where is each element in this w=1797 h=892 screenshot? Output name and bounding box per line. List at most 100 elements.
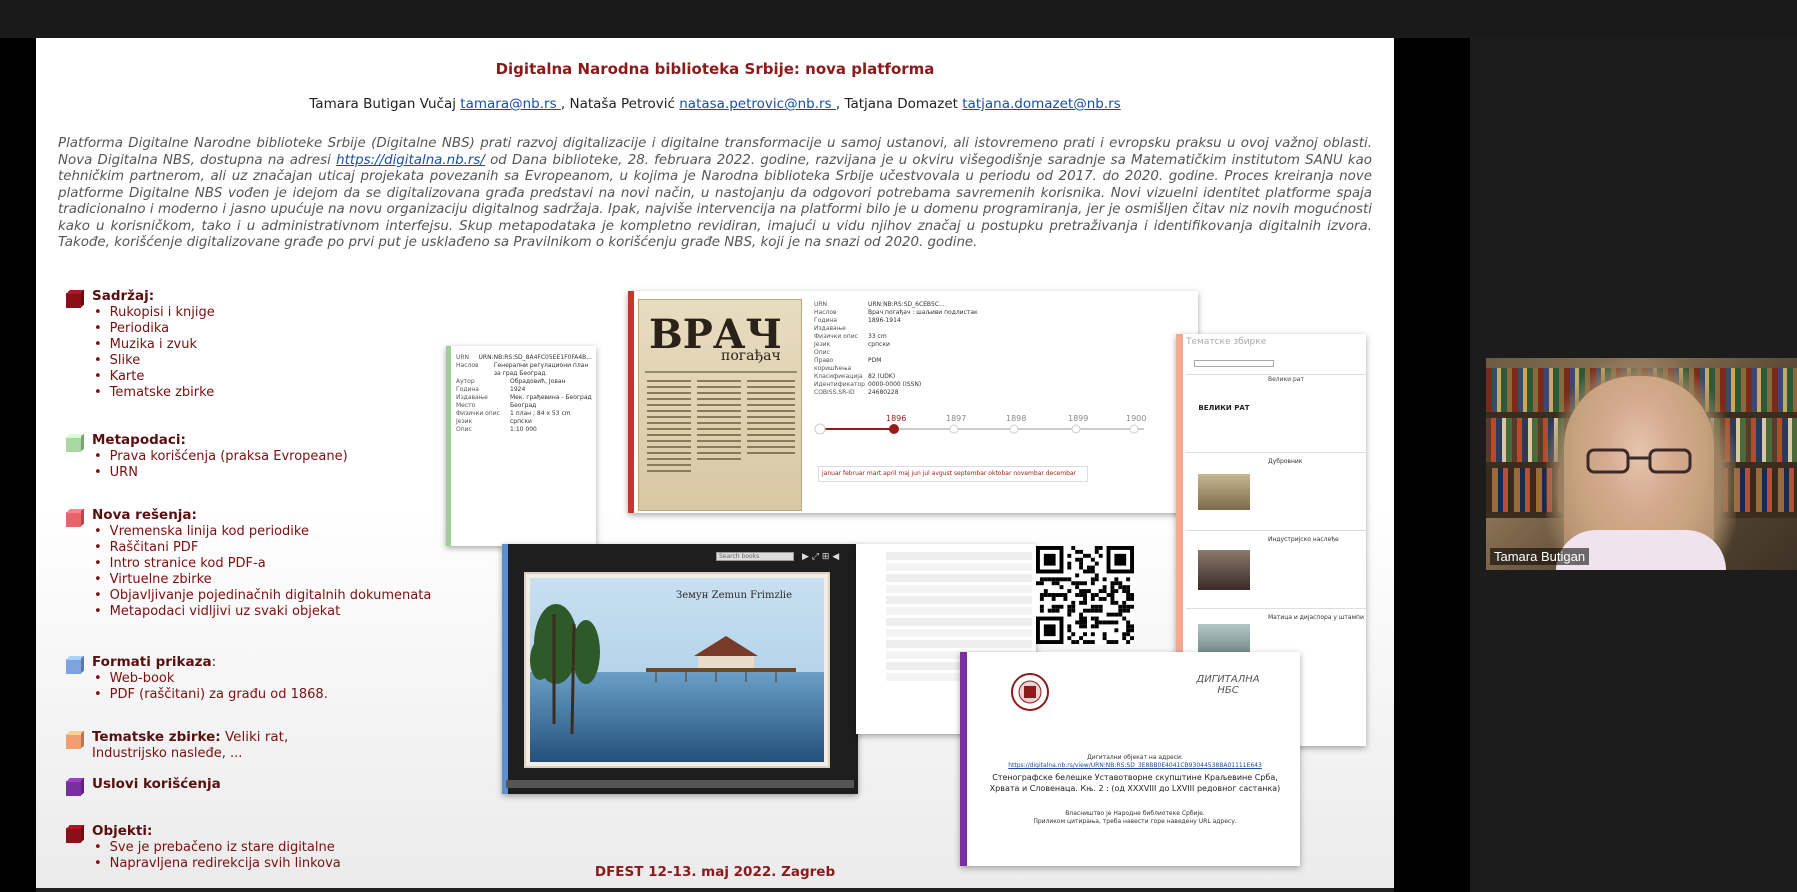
metadata-row: Језик српски: [456, 418, 592, 426]
glasses-icon: [1586, 448, 1692, 474]
industrial-thumbnail[interactable]: [1198, 550, 1250, 590]
metadata-key: Аутор: [456, 378, 475, 385]
metadata-key: Идентификатор: [814, 381, 865, 388]
periodical-screenshot: ВРАЧ погађач URN URN:NB:RS:SD_6CEB5C... На…: [628, 291, 1198, 513]
collection-label[interactable]: Индустријско наслеђе: [1268, 536, 1339, 544]
abstract: Platforma Digitalne Narodne biblioteke S…: [58, 136, 1372, 252]
search-books-input[interactable]: Search books: [716, 552, 794, 561]
list-item: Periodika: [96, 321, 215, 337]
metadata-key: Наслов: [456, 362, 479, 369]
author-3-email-link[interactable]: tatjana.domazet@nb.rs: [962, 96, 1120, 112]
metadata-row: Физички опис 33 cm: [814, 333, 1194, 341]
cube-icon: [66, 289, 85, 308]
metadata-key: Физички опис: [814, 333, 858, 340]
author-1-email-link[interactable]: tamara@nb.rs: [460, 96, 561, 112]
cube-icon: [66, 730, 85, 749]
metadata-value: URN:NB:RS:SD_6CEB5C...: [868, 301, 945, 308]
metadata-row: Класификација 82 (UDK): [814, 373, 1194, 381]
metadata-row: Наслов Врач погађач : шаљиви подлистак: [814, 309, 1194, 317]
metadata-row: Право коришћења PDM: [814, 357, 1194, 373]
authors-line: Tamara Butigan Vučaj tamara@nb.rs , Nata…: [36, 96, 1394, 112]
month-selector[interactable]: januar februar mart april maj jun jul av…: [818, 466, 1088, 482]
metadata-row: Издавање: [814, 325, 1194, 333]
metadata-row: Година 1896-1914: [814, 317, 1194, 325]
author-2: , Nataša Petrović: [560, 96, 680, 112]
black-margin: [1394, 38, 1470, 892]
metadata-key: Класификација: [814, 373, 863, 380]
metadata-key: Издавање: [456, 394, 488, 401]
metadata-key: URN: [456, 354, 470, 361]
collection-label[interactable]: Велики рат: [1268, 376, 1304, 384]
metadata-key: Физички опис: [456, 410, 500, 417]
metadata-row: Наслов Генерални регулациони план за град…: [456, 362, 592, 378]
metadata-value: URN:NB:RS:SD_8A4FC05EE1F0FA4B...: [478, 354, 592, 361]
metadata-key: Право коришћења: [814, 357, 852, 372]
metadata-key: URN: [814, 301, 828, 308]
section-title: Metapodaci:: [92, 432, 186, 448]
section-list: Prava korišćenja (praksa Evropeane) URN: [96, 449, 348, 481]
metadata-value: 1896-1914: [868, 317, 901, 324]
viewer-scrollbar[interactable]: [506, 780, 854, 788]
list-item: Web-book: [96, 671, 328, 687]
metadata-value: Генерални регулациони план за град Беогр…: [493, 362, 589, 377]
metadata-key: Језик: [456, 418, 473, 425]
cube-icon: [66, 508, 85, 527]
timeline-year: 1896: [886, 414, 906, 423]
section-title: Objekti:: [92, 823, 153, 839]
section-title: Tematske zbirke: Veliki rat,: [92, 729, 289, 745]
left-margin: [0, 38, 36, 892]
nbs-seal-icon: [1011, 673, 1049, 711]
participant-name-label: Tamara Butigan: [1490, 548, 1590, 565]
list-item: PDF (raščitani) za građu od 1868.: [96, 687, 328, 703]
digitalna-link[interactable]: https://digitalna.nb.rs/: [336, 153, 485, 168]
thematic-title: Тематске збирке: [1186, 337, 1267, 347]
list-item: Rukopisi i knjige: [96, 305, 215, 321]
pdf-citation-note: Приликом цитирања, треба навести горе на…: [1033, 818, 1237, 825]
section-title: Formati prikaza:: [92, 654, 217, 670]
screen: Digitalna Narodna biblioteka Srbije: nov…: [0, 0, 1797, 892]
list-item: Intro stranice kod PDF-a: [96, 556, 431, 572]
cube-icon: [66, 655, 85, 674]
metadata-value: Београд: [510, 402, 537, 409]
timeline-year: 1900: [1126, 414, 1146, 423]
section-subtext: Industrijsko nasleđe, ...: [92, 746, 243, 761]
pdf-ownership-note: Власништво је Народне библиотеке Србије.: [1065, 810, 1205, 817]
list-item: Sve je prebačeno iz stare digitalne: [96, 840, 341, 856]
dubrovnik-thumbnail[interactable]: [1198, 474, 1250, 510]
section-list: Web-book PDF (raščitani) za građu od 186…: [96, 671, 328, 703]
cube-icon: [66, 777, 85, 796]
metadata-row: URN URN:NB:RS:SD_6CEB5C...: [814, 301, 1194, 309]
metadata-table: URN URN:NB:RS:SD_8A4FC05EE1F0FA4B... Насло…: [456, 354, 592, 434]
metadata-value: 1 план ; 84 x 53 cm: [510, 410, 571, 417]
list-item: URN: [96, 465, 348, 481]
sort-select[interactable]: [1194, 360, 1274, 367]
slide-title: Digitalna Narodna biblioteka Srbije: nov…: [495, 60, 935, 78]
metadata-row: Издавање Мек. грађевина - Београд: [456, 394, 592, 402]
metadata-table: URN URN:NB:RS:SD_6CEB5C... Наслов Врач пога…: [814, 301, 1194, 397]
list-item: Raščitani PDF: [96, 540, 431, 556]
newspaper-illustration: ВРАЧ погађач: [645, 311, 797, 472]
collection-label[interactable]: Матица и дијаспора у штампи: [1268, 614, 1364, 622]
timeline-year: 1899: [1068, 414, 1088, 423]
pdf-url-link[interactable]: https://digitalna.nb.rs/view/URN:NB:RS:S…: [980, 762, 1290, 770]
metadata-key: Година: [814, 317, 837, 324]
shared-slide: Digitalna Narodna biblioteka Srbije: nov…: [36, 38, 1394, 888]
list-item: Vremenska linija kod periodike: [96, 524, 431, 540]
metadata-key: Година: [456, 386, 479, 393]
section-title: Uslovi korišćenja: [92, 776, 221, 792]
metadata-key: Наслов: [814, 309, 837, 316]
cube-icon: [66, 433, 85, 452]
top-bar: [0, 0, 1797, 38]
timeline[interactable]: 1896 1897 1898 1899 1900: [814, 411, 1194, 451]
list-item: Virtuelne zbirke: [96, 572, 431, 588]
participant-video-tile[interactable]: Tamara Butigan: [1486, 358, 1797, 570]
metadata-key: Опис: [456, 426, 472, 433]
collection-label[interactable]: Дубровник: [1268, 458, 1302, 466]
metadata-value: PDM: [868, 357, 882, 364]
timeline-year: 1897: [946, 414, 966, 423]
viewer-toolbar-icons[interactable]: ▶ ⤢ ⊞ ◀: [802, 552, 839, 562]
author-2-email-link[interactable]: natasa.petrovic@nb.rs: [679, 96, 836, 112]
list-item: Prava korišćenja (praksa Evropeane): [96, 449, 348, 465]
metadata-value: Врач погађач : шаљиви подлистак: [868, 309, 978, 316]
metadata-value: 0000-0000 (ISSN): [868, 381, 922, 388]
